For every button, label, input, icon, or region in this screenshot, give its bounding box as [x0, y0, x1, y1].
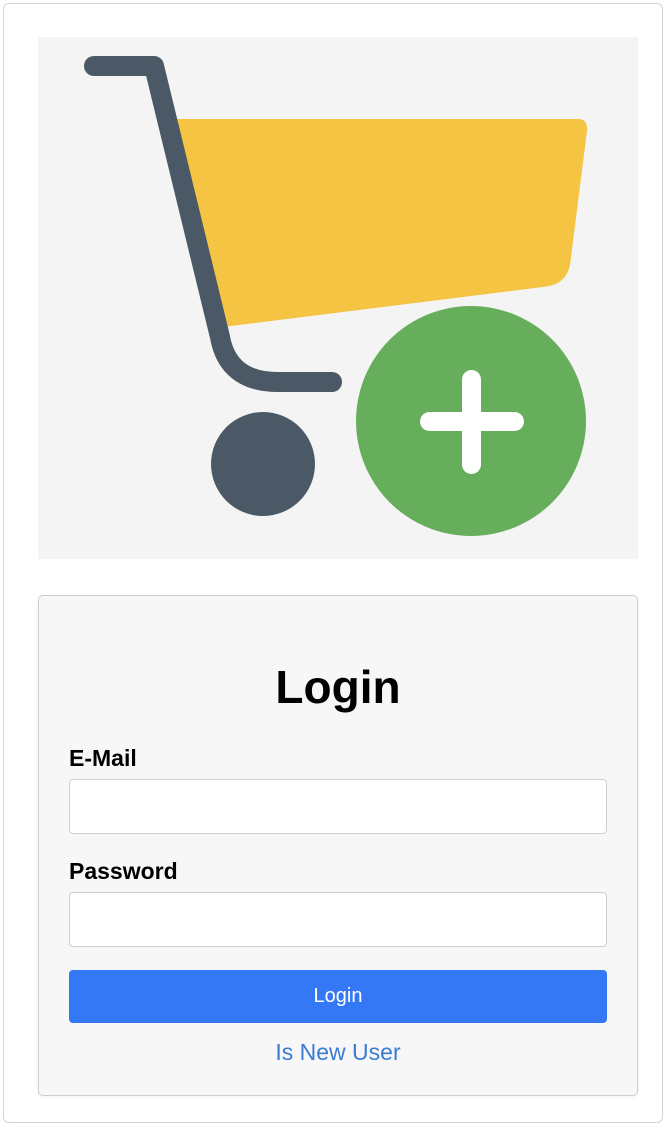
new-user-link[interactable]: Is New User — [39, 1038, 637, 1066]
cart-basket — [176, 119, 588, 327]
page-frame: Login E-Mail Password Login Is New User — [3, 3, 663, 1123]
password-field[interactable] — [69, 892, 607, 947]
plus-bar-vertical — [462, 370, 481, 474]
cart-wheel — [211, 412, 315, 516]
login-title: Login — [275, 661, 401, 713]
hero-image — [38, 37, 638, 559]
password-label: Password — [69, 858, 178, 884]
email-field[interactable] — [69, 779, 607, 834]
email-label: E-Mail — [69, 745, 137, 771]
login-card: Login E-Mail Password Login Is New User — [38, 595, 638, 1096]
shopping-cart-add-icon — [84, 56, 588, 536]
login-button[interactable]: Login — [69, 970, 607, 1023]
